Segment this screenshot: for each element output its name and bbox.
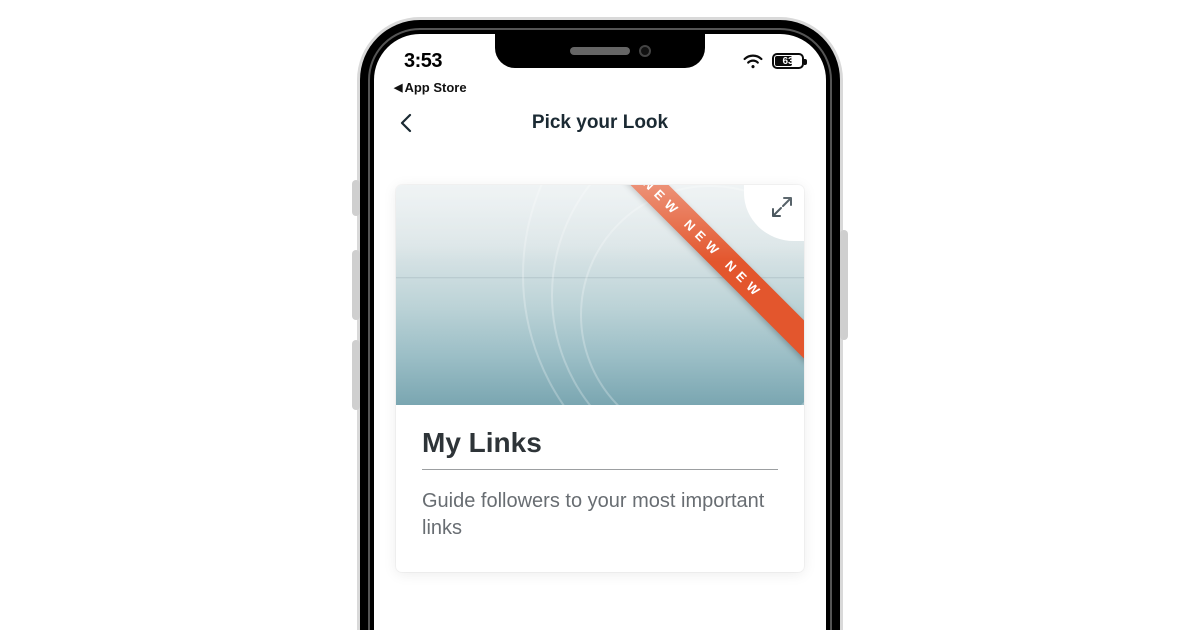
battery-percentage: 63 [782, 56, 793, 67]
new-ribbon: NEW NEW NEW NEW [538, 185, 804, 363]
breadcrumb-label: App Store [404, 80, 466, 95]
card-hero-image: NEW NEW NEW NEW [396, 185, 804, 405]
notch [495, 34, 705, 68]
page-title: Pick your Look [532, 112, 668, 134]
card-description: Guide followers to your most important l… [422, 488, 778, 542]
speaker-grille [570, 47, 630, 55]
card-body: My Links Guide followers to your most im… [396, 405, 804, 572]
screen: 3:53 63 ◀ A [374, 34, 826, 630]
battery-icon: 63 [772, 53, 804, 69]
phone-frame: 3:53 63 ◀ A [360, 20, 840, 630]
status-time: 3:53 [404, 50, 442, 73]
back-to-app-breadcrumb[interactable]: ◀ App Store [374, 80, 826, 97]
front-camera [639, 45, 651, 57]
triangle-left-icon: ◀ [394, 81, 402, 94]
expand-button[interactable] [744, 185, 804, 241]
power-button [840, 230, 848, 340]
mute-switch [352, 180, 360, 216]
volume-up-button [352, 250, 360, 320]
wifi-icon [742, 53, 764, 69]
back-button[interactable] [390, 106, 424, 140]
content-area: NEW NEW NEW NEW My Links Guide followers… [374, 149, 826, 572]
expand-icon [770, 195, 794, 219]
nav-bar: Pick your Look [374, 97, 826, 149]
card-divider [422, 469, 778, 470]
volume-down-button [352, 340, 360, 410]
card-title: My Links [422, 427, 778, 469]
chevron-left-icon [397, 113, 417, 133]
look-card[interactable]: NEW NEW NEW NEW My Links Guide followers… [396, 185, 804, 572]
